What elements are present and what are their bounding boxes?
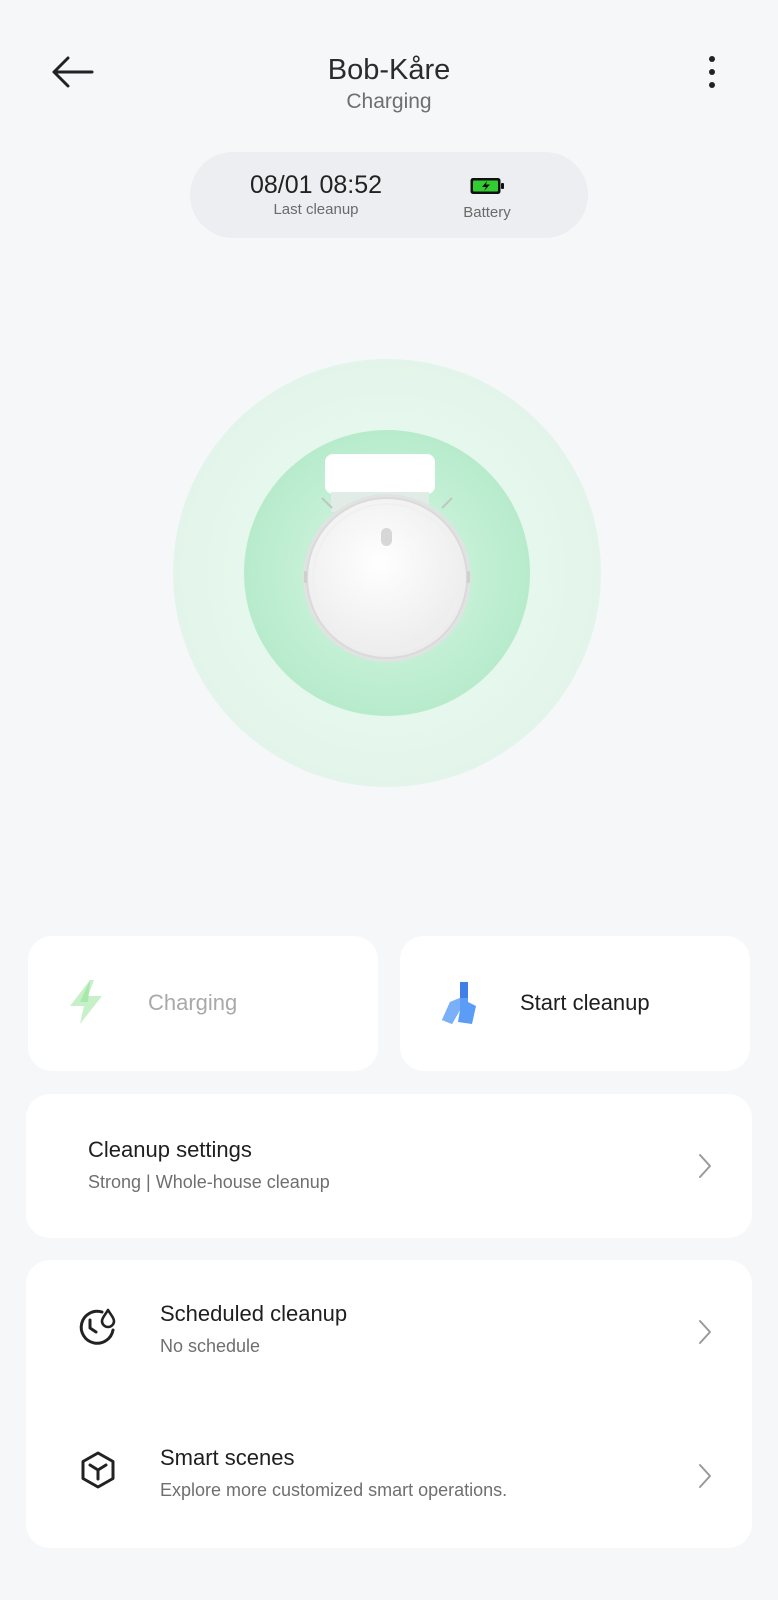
broom-icon: [442, 982, 476, 1024]
scheduled-cleanup-text: Scheduled cleanup No schedule: [160, 1300, 347, 1358]
robot-vacuum-image: [173, 359, 601, 787]
battery-info: Battery: [452, 176, 522, 222]
clock-droplet-icon: [79, 1308, 116, 1345]
cleanup-settings-subtitle: Strong | Whole-house cleanup: [88, 1172, 330, 1192]
last-cleanup-info: 08/01 08:52 Last cleanup: [236, 170, 396, 219]
chevron-right-icon: [699, 1464, 711, 1488]
robot-vacuum-screen: Bob-Kåre Charging 08/01 08:52 Last clean…: [0, 0, 778, 1600]
features-list: Scheduled cleanup No schedule Smart scen…: [26, 1260, 752, 1548]
last-cleanup-label: Last cleanup: [273, 201, 359, 218]
lightning-icon: [70, 980, 102, 1024]
chevron-right-icon: [699, 1154, 711, 1178]
smart-scenes-subtitle: Explore more customized smart operations…: [160, 1480, 508, 1500]
smart-scenes-row[interactable]: Smart scenes Explore more customized sma…: [26, 1404, 752, 1548]
chevron-right-icon: [699, 1320, 711, 1344]
cleanup-settings-title: Cleanup settings: [88, 1137, 252, 1162]
battery-label: Battery: [463, 204, 511, 221]
battery-charging-icon: [470, 178, 504, 194]
cleanup-settings-row[interactable]: Cleanup settings Strong | Whole-house cl…: [26, 1094, 752, 1238]
cube-icon: [81, 1451, 115, 1489]
cleanup-settings-text: Cleanup settings Strong | Whole-house cl…: [88, 1136, 330, 1194]
status-pill: 08/01 08:52 Last cleanup Battery: [190, 152, 588, 238]
more-vertical-icon: [709, 56, 715, 88]
scheduled-cleanup-row[interactable]: Scheduled cleanup No schedule: [26, 1260, 752, 1404]
charging-button[interactable]: Charging: [28, 936, 378, 1071]
robot-illustration: [172, 358, 602, 788]
more-options-button[interactable]: [692, 50, 732, 94]
start-cleanup-label: Start cleanup: [520, 990, 650, 1015]
scheduled-cleanup-title: Scheduled cleanup: [160, 1301, 348, 1326]
scheduled-cleanup-subtitle: No schedule: [160, 1336, 261, 1356]
header: Bob-Kåre Charging: [0, 52, 778, 116]
charging-label: Charging: [148, 990, 238, 1015]
smart-scenes-text: Smart scenes Explore more customized sma…: [160, 1444, 507, 1502]
page-title: Bob-Kåre: [327, 54, 451, 86]
smart-scenes-title: Smart scenes: [160, 1445, 295, 1470]
device-status: Charging: [346, 90, 432, 113]
start-cleanup-button[interactable]: Start cleanup: [400, 936, 750, 1071]
last-cleanup-value: 08/01 08:52: [249, 171, 383, 199]
